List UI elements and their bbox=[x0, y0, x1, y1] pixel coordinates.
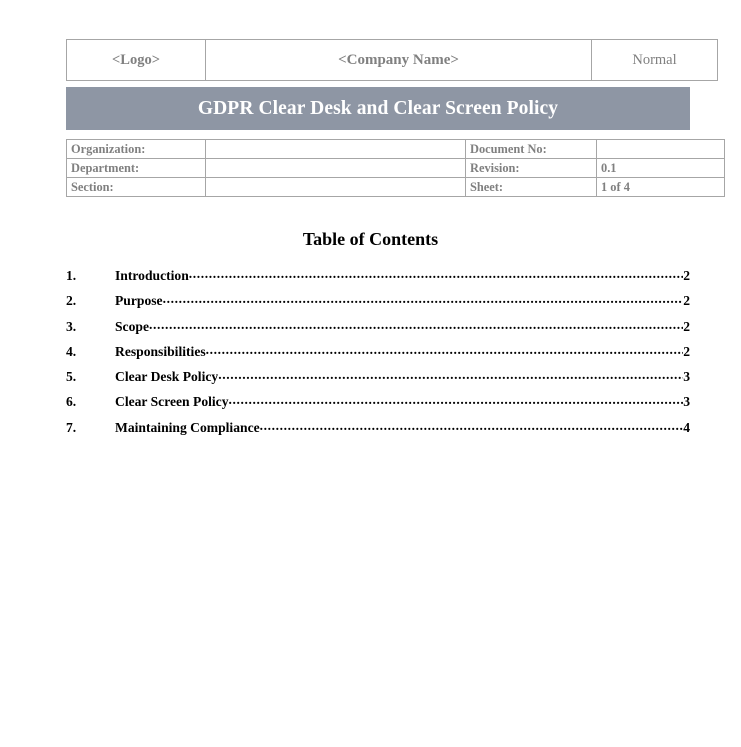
toc-leader-dots bbox=[206, 344, 684, 358]
toc-entry-label: Purpose bbox=[115, 293, 163, 309]
toc-leader-dots bbox=[260, 420, 684, 434]
table-of-contents-heading: Table of Contents bbox=[302, 229, 439, 249]
metadata-value-document-no[interactable] bbox=[596, 139, 725, 159]
toc-entry-number: 3. bbox=[66, 318, 77, 334]
metadata-value-department[interactable] bbox=[205, 158, 466, 178]
toc-entry-clear-screen-policy[interactable]: 6. Clear Screen Policy 3 bbox=[66, 394, 690, 419]
metadata-label-section: Section: bbox=[66, 177, 206, 197]
toc-entry-scope[interactable]: 3. Scope 2 bbox=[66, 319, 690, 344]
metadata-label-organization: Organization: bbox=[66, 139, 206, 159]
toc-leader-dots bbox=[218, 369, 683, 383]
table-of-contents-list: 1. Introduction 2 2. Purpose 2 3. Scope … bbox=[66, 268, 690, 445]
toc-leader-dots bbox=[163, 293, 684, 307]
metadata-value-section[interactable] bbox=[205, 177, 466, 197]
policy-title-banner: GDPR Clear Desk and Clear Screen Policy bbox=[66, 87, 690, 130]
toc-entry-number: 7. bbox=[66, 419, 77, 435]
toc-entry-number: 1. bbox=[66, 268, 77, 283]
document-metadata-table: Organization: Document No: Department: R… bbox=[66, 139, 725, 197]
toc-entry-page: 3 bbox=[683, 369, 690, 385]
document-header-table: <Logo> <Company Name> Normal bbox=[66, 39, 718, 81]
toc-entry-label: Introduction bbox=[115, 268, 189, 283]
toc-entry-introduction[interactable]: 1. Introduction 2 bbox=[66, 268, 690, 293]
metadata-label-department: Department: bbox=[66, 158, 206, 178]
toc-entry-page: 2 bbox=[683, 318, 690, 334]
toc-entry-label: Clear Desk Policy bbox=[115, 369, 219, 385]
toc-entry-page: 2 bbox=[683, 293, 690, 309]
logo-placeholder-cell: <Logo> bbox=[66, 39, 206, 81]
company-name-placeholder-cell: <Company Name> bbox=[205, 39, 592, 81]
toc-entry-maintaining-compliance[interactable]: 7. Maintaining Compliance 4 bbox=[66, 420, 690, 445]
toc-entry-number: 6. bbox=[66, 394, 77, 410]
document-page: <Logo> <Company Name> Normal GDPR Clear … bbox=[0, 0, 741, 747]
table-row: Organization: Document No: bbox=[66, 139, 725, 159]
metadata-label-document-no: Document No: bbox=[465, 139, 597, 159]
toc-entry-clear-desk-policy[interactable]: 5. Clear Desk Policy 3 bbox=[66, 369, 690, 394]
metadata-value-organization[interactable] bbox=[205, 139, 466, 159]
toc-entry-label: Scope bbox=[115, 318, 149, 334]
toc-entry-page: 2 bbox=[683, 268, 690, 283]
metadata-value-sheet[interactable]: 1 of 4 bbox=[596, 177, 725, 197]
toc-leader-dots bbox=[229, 394, 684, 408]
metadata-label-revision: Revision: bbox=[465, 158, 597, 178]
metadata-label-sheet: Sheet: bbox=[465, 177, 597, 197]
toc-entry-page: 4 bbox=[683, 419, 690, 435]
toc-entry-label: Clear Screen Policy bbox=[115, 394, 229, 410]
toc-entry-number: 4. bbox=[66, 343, 77, 359]
toc-entry-label: Responsibilities bbox=[115, 343, 206, 359]
metadata-value-revision[interactable]: 0.1 bbox=[596, 158, 725, 178]
toc-entry-label: Maintaining Compliance bbox=[115, 419, 260, 435]
toc-entry-responsibilities[interactable]: 4. Responsibilities 2 bbox=[66, 344, 690, 369]
toc-entry-page: 2 bbox=[683, 343, 690, 359]
toc-entry-number: 5. bbox=[66, 369, 77, 385]
table-row: Section: Sheet: 1 of 4 bbox=[66, 177, 725, 197]
toc-leader-dots bbox=[189, 268, 683, 282]
header-row: <Logo> <Company Name> Normal bbox=[66, 39, 718, 81]
toc-entry-page: 3 bbox=[683, 394, 690, 410]
classification-cell: Normal bbox=[591, 39, 718, 81]
policy-title: GDPR Clear Desk and Clear Screen Policy bbox=[197, 97, 559, 119]
toc-entry-number: 2. bbox=[66, 293, 77, 309]
table-row: Department: Revision: 0.1 bbox=[66, 158, 725, 178]
toc-entry-purpose[interactable]: 2. Purpose 2 bbox=[66, 293, 690, 318]
toc-leader-dots bbox=[149, 319, 683, 333]
